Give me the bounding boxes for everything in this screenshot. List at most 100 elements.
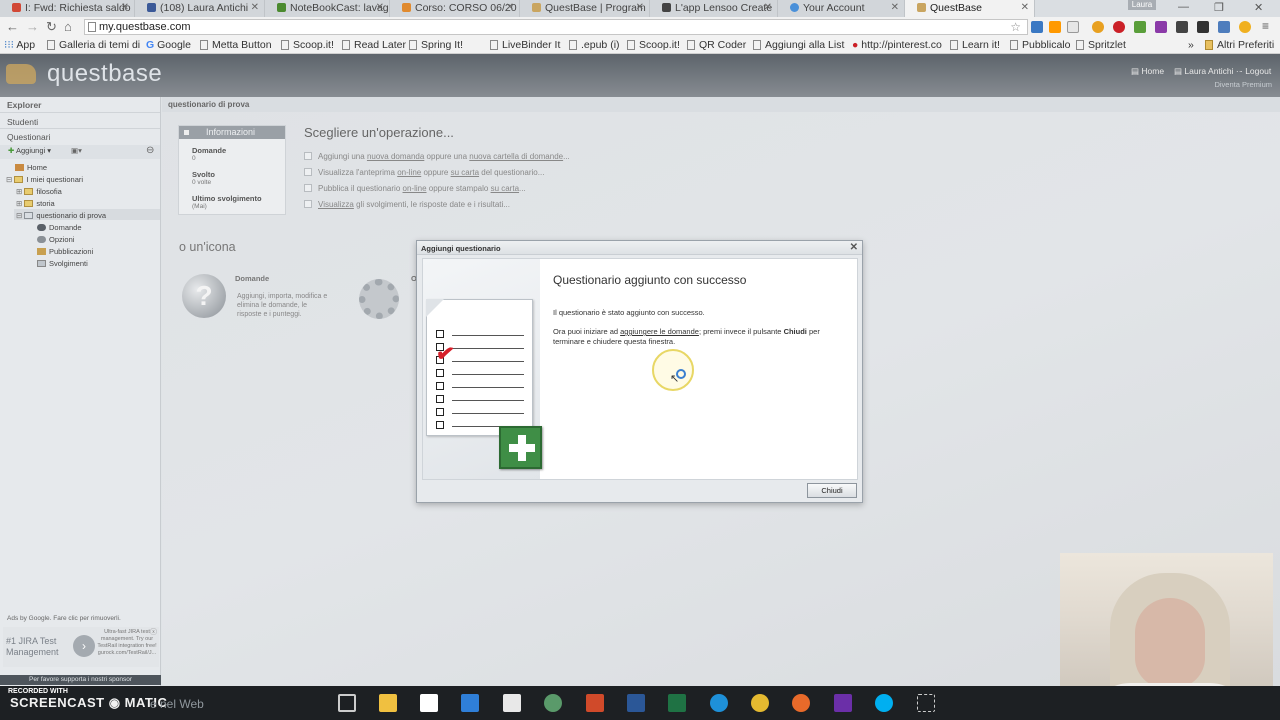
close-window-icon[interactable]: ✕ xyxy=(1254,1,1263,14)
tree-item-publications[interactable]: Pubblicazioni xyxy=(37,247,93,256)
link[interactable]: su carta xyxy=(451,168,479,177)
search-hint[interactable]: e nel Web xyxy=(150,697,204,711)
bookmark[interactable]: LiveBinder It xyxy=(490,39,560,51)
close-tab-icon[interactable]: ✕ xyxy=(636,2,644,13)
browser-tab[interactable]: Your Account ✕ xyxy=(778,0,905,17)
bookmark[interactable]: Aggiungi alla List xyxy=(753,39,844,51)
close-icon[interactable]: ⓧ xyxy=(150,627,157,637)
browser-tab[interactable]: (108) Laura Antichi ✕ xyxy=(135,0,265,17)
ad-box[interactable]: #1 JIRA Test Management › Ultra-fast JIR… xyxy=(3,627,159,667)
bookmark[interactable]: Metta Button xyxy=(200,39,272,51)
bookmark[interactable]: ● http://pinterest.co xyxy=(852,39,942,51)
back-icon[interactable]: ← xyxy=(6,19,19,34)
bookmark[interactable]: Spring It! xyxy=(409,39,463,51)
bookmark[interactable]: Scoop.it! xyxy=(627,39,680,51)
bookmark-apps[interactable]: ⁝⁝⁝ App xyxy=(4,39,35,51)
excel-icon[interactable] xyxy=(668,694,686,712)
tripadvisor-icon[interactable] xyxy=(544,694,562,712)
add-button[interactable]: ✚ Aggiungi ▾ xyxy=(8,146,51,155)
file-explorer-icon[interactable] xyxy=(379,694,397,712)
premium-link[interactable]: Diventa Premium xyxy=(1214,80,1272,89)
link[interactable]: nuova cartella di domande xyxy=(469,152,563,161)
tree-item-options[interactable]: Opzioni xyxy=(37,235,74,244)
browser-tab[interactable]: QuestBase | Program ✕ xyxy=(520,0,650,17)
close-tab-icon[interactable]: ✕ xyxy=(251,2,259,13)
operation-row[interactable]: Visualizza gli svolgimenti, le risposte … xyxy=(304,200,510,209)
link[interactable]: Visualizza xyxy=(318,200,354,209)
visual-studio-icon[interactable] xyxy=(834,694,852,712)
tree-item-storia[interactable]: ⊞ storia xyxy=(16,199,55,208)
home-link[interactable]: ▤ Home xyxy=(1131,66,1164,77)
restore-icon[interactable]: ❐ xyxy=(1214,1,1224,14)
extension-icon[interactable] xyxy=(1197,21,1209,33)
bookmark[interactable]: Learn it! xyxy=(950,39,1000,51)
bookmark[interactable]: Spritzlet xyxy=(1076,39,1126,51)
extension-icon[interactable] xyxy=(1031,21,1043,33)
forward-icon[interactable]: → xyxy=(26,19,39,34)
ads-label[interactable]: Ads by Google. Fare clic per rimuoverli. xyxy=(7,615,121,622)
pinterest-icon[interactable] xyxy=(1113,21,1125,33)
extension-icon[interactable] xyxy=(1067,21,1079,33)
browser-tab[interactable]: NoteBookCast: lavagn ✕ xyxy=(265,0,390,17)
browser-tab[interactable]: I: Fwd: Richiesta saldo ✕ xyxy=(0,0,135,17)
bookmark-star-icon[interactable]: ☆ xyxy=(1010,20,1021,34)
cloud-icon[interactable] xyxy=(1218,21,1230,33)
bookmark[interactable]: QR Coder xyxy=(687,39,746,51)
user-link[interactable]: ▤ Laura Antichi ·· xyxy=(1174,66,1242,77)
sidebar-item-quizzes[interactable]: Questionari xyxy=(7,132,50,142)
close-tab-icon[interactable]: ✕ xyxy=(764,2,772,13)
tree-item-questions[interactable]: Domande xyxy=(37,223,82,232)
browser-tab[interactable]: L'app Lensoo Create ✕ xyxy=(650,0,778,17)
close-button[interactable]: Chiudi xyxy=(807,483,857,498)
profile-badge[interactable]: Laura xyxy=(1128,0,1156,10)
powerpoint-icon[interactable] xyxy=(586,694,604,712)
extension-icon[interactable] xyxy=(1176,21,1188,33)
questions-icon[interactable]: ? xyxy=(182,274,226,318)
link[interactable]: on-line xyxy=(397,168,421,177)
ad-title[interactable]: #1 JIRA Test Management xyxy=(6,636,66,658)
chrome-icon[interactable] xyxy=(751,694,769,712)
add-questions-link[interactable]: aggiungere le domande xyxy=(620,327,699,336)
word-icon[interactable] xyxy=(627,694,645,712)
address-bar[interactable]: my.questbase.com ☆ xyxy=(84,19,1028,35)
bookmark[interactable]: Pubblicalo xyxy=(1010,39,1070,51)
evernote-icon[interactable] xyxy=(1134,21,1146,33)
close-tab-icon[interactable]: ✕ xyxy=(376,2,384,13)
link[interactable]: on-line xyxy=(403,184,427,193)
chevron-right-icon[interactable]: » xyxy=(1188,39,1194,51)
browser-tab-active[interactable]: QuestBase ✕ xyxy=(905,0,1035,17)
store-icon[interactable] xyxy=(420,694,438,712)
app-logo[interactable]: questbase xyxy=(47,60,162,88)
bookmark[interactable]: Read Later xyxy=(342,39,406,51)
bookmark[interactable]: Scoop.it! xyxy=(281,39,334,51)
operation-row[interactable]: Pubblica il questionario on-line oppure … xyxy=(304,184,526,193)
view-icon[interactable]: ▣▾ xyxy=(71,146,82,155)
extension-icon[interactable] xyxy=(1092,21,1104,33)
pen-icon[interactable] xyxy=(1155,21,1167,33)
bookmark[interactable]: .epub (i) xyxy=(569,39,620,51)
tree-item-my-quizzes[interactable]: ⊟ I miei questionari xyxy=(6,175,83,184)
browser-tab[interactable]: Corso: CORSO 06/20 ✕ xyxy=(390,0,520,17)
operation-row[interactable]: Aggiungi una nuova domanda oppure una nu… xyxy=(304,152,570,161)
close-tab-icon[interactable]: ✕ xyxy=(891,2,899,13)
extension-icon[interactable] xyxy=(1239,21,1251,33)
close-tab-icon[interactable]: ✕ xyxy=(121,2,129,13)
close-icon[interactable]: ✕ xyxy=(850,242,858,253)
close-tab-icon[interactable]: ✕ xyxy=(1021,2,1029,13)
tree-item-home[interactable]: Home xyxy=(15,163,47,172)
minimize-icon[interactable]: — xyxy=(1178,1,1189,13)
snipping-icon[interactable] xyxy=(917,694,935,712)
operation-row[interactable]: Visualizza l'anteprima on-line oppure su… xyxy=(304,168,544,177)
chevron-right-icon[interactable]: › xyxy=(73,635,95,657)
task-view-icon[interactable] xyxy=(338,694,356,712)
tree-item-test-quiz[interactable]: ⊟ questionario di prova xyxy=(16,211,106,220)
menu-icon[interactable]: ≡ xyxy=(1262,19,1269,33)
tree-item-filosofia[interactable]: ⊞ filosofia xyxy=(16,187,62,196)
bookmark[interactable]: Galleria di temi di xyxy=(47,39,140,51)
sidebar-item-students[interactable]: Studenti xyxy=(7,117,38,127)
close-tab-icon[interactable]: ✕ xyxy=(506,2,514,13)
edge-icon[interactable] xyxy=(710,694,728,712)
bookmark[interactable]: G Google xyxy=(146,39,191,51)
reload-icon[interactable]: ↻ xyxy=(46,19,57,35)
amazon-icon[interactable] xyxy=(503,694,521,712)
